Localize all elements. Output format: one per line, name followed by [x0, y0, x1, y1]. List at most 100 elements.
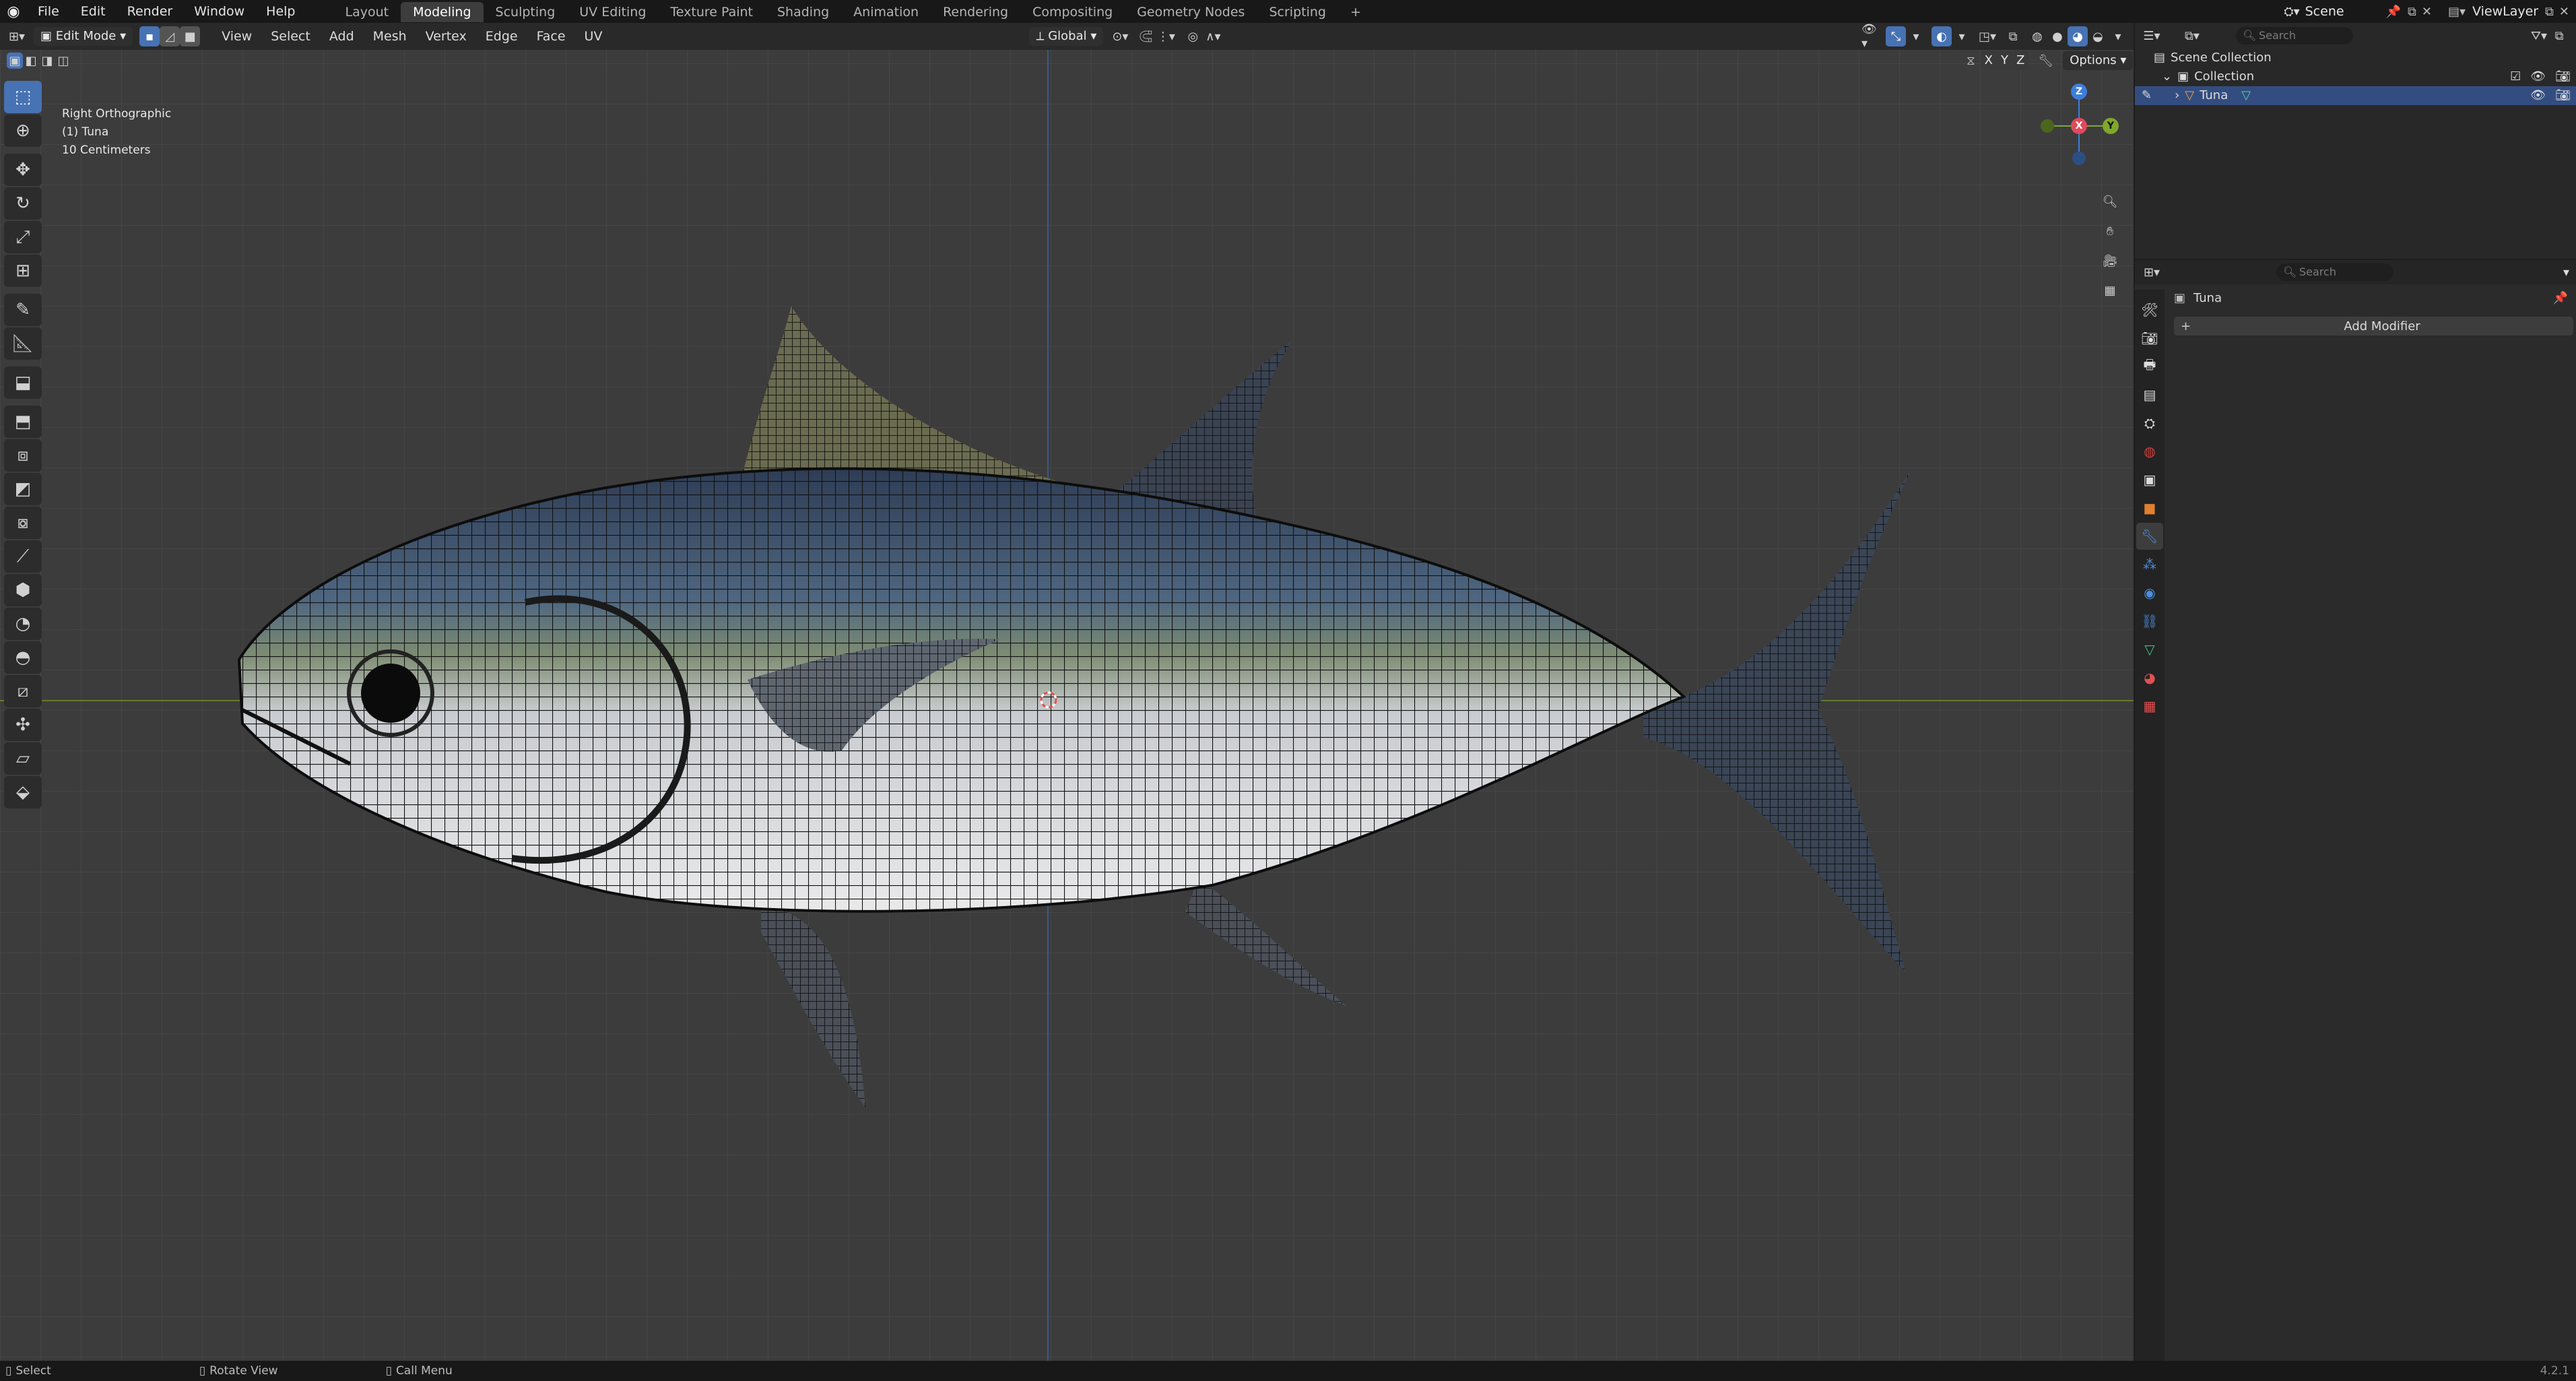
data-tab-icon[interactable]: ▽ — [2136, 636, 2163, 663]
select-subtract-icon[interactable]: ◨ — [39, 53, 55, 69]
extrude-tool-icon[interactable]: ⬒ — [4, 406, 42, 438]
options-dropdown[interactable]: Options ▾ — [2063, 51, 2134, 70]
3d-viewport[interactable]: Z X Y 🔍︎ ✋︎ 🎥︎ ▦ Right Orthographic (1) … — [0, 23, 2134, 1361]
pin-properties-icon[interactable]: 📌 — [2553, 291, 2568, 305]
header-menu-edge[interactable]: Edge — [476, 23, 527, 50]
menu-render[interactable]: Render — [117, 0, 184, 23]
mode-dropdown[interactable]: ▣ Edit Mode ▾ — [34, 27, 133, 46]
add-modifier-button[interactable]: + Add Modifier — [2174, 317, 2573, 335]
delete-viewlayer-icon[interactable]: ✕ — [2559, 5, 2569, 19]
header-menu-add[interactable]: Add — [320, 23, 364, 50]
outliner-collection[interactable]: ⌄ ▣ Collection ☑ 👁︎ 📷︎ — [2135, 67, 2576, 86]
object-tab-icon[interactable]: ■ — [2136, 494, 2163, 521]
scene-name-field[interactable]: Scene — [2305, 4, 2379, 19]
tab-shading[interactable]: Shading — [765, 2, 841, 22]
expand-icon[interactable]: › — [2175, 86, 2179, 105]
material-tab-icon[interactable]: ◕ — [2136, 664, 2163, 691]
show-gizmo-icon[interactable]: ⤡ — [1886, 26, 1906, 46]
menu-window[interactable]: Window — [183, 0, 255, 23]
tuna-mesh[interactable] — [0, 23, 2134, 1361]
tab-modeling[interactable]: Modeling — [401, 2, 484, 22]
header-menu-view[interactable]: View — [212, 23, 261, 50]
collapse-icon[interactable]: ⌄ — [2162, 67, 2172, 86]
tab-rendering[interactable]: Rendering — [931, 2, 1020, 22]
render-tab-icon[interactable]: 📷︎ — [2136, 325, 2163, 352]
tab-layout[interactable]: Layout — [333, 2, 401, 22]
gizmo-y[interactable]: Y — [2103, 118, 2119, 134]
view-layer-field[interactable]: ViewLayer — [2472, 4, 2540, 19]
ortho-grid-icon[interactable]: ▦ — [2100, 280, 2120, 300]
transform-tool-icon[interactable]: ⊞ — [4, 255, 42, 287]
collection-tab-icon[interactable]: ▣ — [2136, 466, 2163, 493]
navigation-gizmo[interactable]: Z X Y — [2041, 84, 2121, 178]
view-layer-tab-icon[interactable]: ▤ — [2136, 381, 2163, 408]
select-intersect-icon[interactable]: ◫ — [55, 53, 71, 69]
tool-tab-icon[interactable]: 🛠︎ — [2136, 296, 2163, 323]
bevel-tool-icon[interactable]: ◩ — [4, 473, 42, 505]
new-scene-icon[interactable]: ⧉ — [2408, 5, 2416, 19]
exclude-checkbox[interactable]: ☑ — [2510, 67, 2521, 86]
menu-help[interactable]: Help — [255, 0, 306, 23]
mirror-z-toggle[interactable]: Z — [2012, 51, 2029, 70]
display-mode-icon[interactable]: ⧉▾ — [2182, 26, 2202, 46]
gizmo-neg-z[interactable] — [2072, 152, 2086, 165]
add-workspace-icon[interactable]: + — [1338, 2, 1373, 22]
add-cube-tool-icon[interactable]: ⬓ — [4, 366, 42, 399]
edit-mode-icon[interactable]: ✎ — [2142, 86, 2152, 105]
header-menu-face[interactable]: Face — [527, 23, 575, 50]
mirror-x-toggle[interactable]: X — [1980, 51, 1997, 70]
texture-tab-icon[interactable]: ▦ — [2136, 693, 2163, 719]
tab-texture-paint[interactable]: Texture Paint — [658, 2, 765, 22]
world-tab-icon[interactable]: ◍ — [2136, 438, 2163, 465]
camera-view-icon[interactable]: 🎥︎ — [2100, 251, 2120, 271]
edge-slide-tool-icon[interactable]: ⧄ — [4, 675, 42, 707]
move-tool-icon[interactable]: ✥ — [4, 154, 42, 186]
scene-icon[interactable]: ⛭▾ — [2284, 5, 2299, 19]
wireframe-shading-icon[interactable]: ◍ — [2027, 26, 2047, 46]
gizmo-toggle-icon[interactable]: 👁︎▾ — [1861, 22, 1882, 51]
properties-options-icon[interactable]: ▾ — [2563, 265, 2569, 280]
vertex-select-icon[interactable]: ▪ — [139, 26, 160, 46]
pan-hand-icon[interactable]: ✋︎ — [2100, 221, 2120, 241]
snap-target-icon[interactable]: ⋮▾ — [1156, 26, 1176, 46]
select-extend-icon[interactable]: ◧ — [23, 53, 39, 69]
zoom-icon[interactable]: 🔍︎ — [2100, 191, 2120, 212]
mirror-icon[interactable]: ⧖ — [1967, 54, 1975, 68]
cursor-tool-icon[interactable]: ⊕ — [4, 115, 42, 147]
measure-tool-icon[interactable]: 📐︎ — [4, 327, 42, 360]
inset-tool-icon[interactable]: ⧈ — [4, 439, 42, 472]
constraints-tab-icon[interactable]: ⛓︎ — [2136, 608, 2163, 635]
spin-tool-icon[interactable]: ◔ — [4, 608, 42, 640]
select-box-tool-icon[interactable]: ⬚ — [4, 81, 42, 113]
scale-tool-icon[interactable]: ⤢ — [4, 221, 42, 253]
smooth-tool-icon[interactable]: ◓ — [4, 641, 42, 674]
overlays-icon[interactable]: ◐ — [1931, 26, 1952, 46]
tab-sculpting[interactable]: Sculpting — [484, 2, 568, 22]
gizmo-neg-y[interactable] — [2041, 119, 2054, 133]
menu-file[interactable]: File — [27, 0, 70, 23]
menu-edit[interactable]: Edit — [70, 0, 117, 23]
modifier-tab-icon[interactable]: 🔧︎ — [2136, 523, 2163, 550]
editor-type-icon[interactable]: ⊞▾ — [7, 26, 27, 46]
outliner-editor-icon[interactable]: ☰▾ — [2142, 26, 2162, 46]
object-visibility-icon[interactable]: 👁︎ — [2530, 86, 2546, 105]
header-menu-select[interactable]: Select — [261, 23, 320, 50]
material-shading-icon[interactable]: ◕ — [2068, 26, 2088, 46]
select-box-mode-icon[interactable]: ▣ — [7, 53, 23, 69]
rip-region-tool-icon[interactable]: ⬙ — [4, 776, 42, 808]
filter-icon[interactable]: ⛛▾ — [2529, 26, 2549, 46]
tab-geometry-nodes[interactable]: Geometry Nodes — [1125, 2, 1257, 22]
shear-tool-icon[interactable]: ▱ — [4, 742, 42, 775]
blender-logo-icon[interactable]: ◉ — [0, 3, 27, 20]
outliner-search-input[interactable]: 🔍︎ Search — [2236, 27, 2353, 44]
viewlayer-icon[interactable]: ▤▾ — [2448, 5, 2466, 19]
new-collection-icon[interactable]: ⧉ — [2549, 26, 2569, 46]
visibility-eye-icon[interactable]: 👁︎ — [2530, 67, 2546, 86]
header-menu-uv[interactable]: UV — [575, 23, 612, 50]
mirror-y-toggle[interactable]: Y — [1996, 51, 2012, 70]
loop-cut-tool-icon[interactable]: ⧇ — [4, 507, 42, 539]
delete-scene-icon[interactable]: ✕ — [2422, 5, 2432, 19]
mesh-edit-overlays-icon[interactable]: ◳▾ — [1977, 26, 1997, 46]
solid-shading-icon[interactable]: ● — [2047, 26, 2068, 46]
object-render-icon[interactable]: 📷︎ — [2555, 86, 2571, 105]
